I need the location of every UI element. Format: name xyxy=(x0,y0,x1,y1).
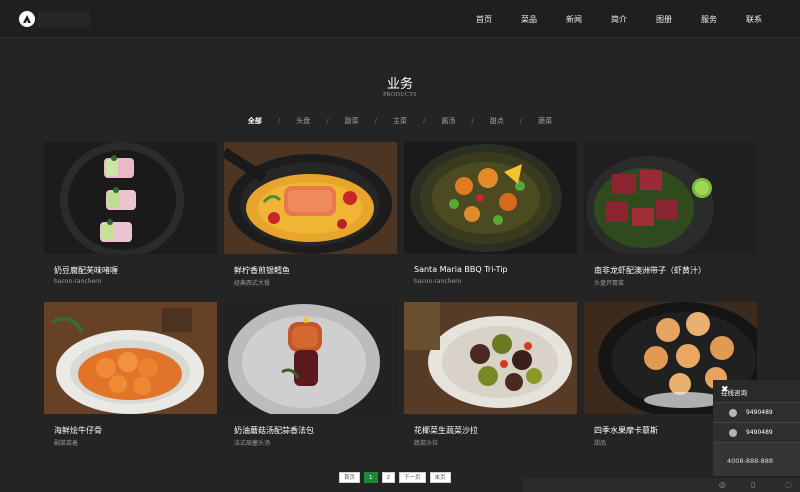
pagination: 首页 1 2 下一页 末页 xyxy=(339,472,451,483)
tab-starter[interactable]: 头盘 xyxy=(296,116,310,126)
product-card[interactable]: Santa Maria BBQ Tri-Tip bacon-ranchero xyxy=(404,142,577,286)
product-card[interactable]: 海鲜烩牛仔骨 副菜菜着 xyxy=(44,302,217,447)
consult-header: 在线咨询 ✖ xyxy=(713,380,800,402)
product-card[interactable]: 花椰菜生蔬菜沙拉 蔬菜沙拉 xyxy=(404,302,577,447)
tab-separator: / xyxy=(326,117,329,125)
phone-icon[interactable]: ▯ xyxy=(751,480,755,489)
tab-separator: / xyxy=(277,117,281,125)
qq-icon xyxy=(729,409,737,417)
nav-item-about[interactable]: 简介 xyxy=(611,14,627,25)
site-header: 首页 菜品 新闻 简介 图册 服务 联系 xyxy=(0,0,800,38)
pager-page-2[interactable]: 2 xyxy=(381,472,396,483)
olive-bowl-icon[interactable] xyxy=(404,302,577,414)
consult-phone: 4008-888-888 xyxy=(727,457,774,465)
tab-separator: / xyxy=(423,117,426,125)
tab-side[interactable]: 副菜 xyxy=(345,116,359,126)
pager-first[interactable]: 首页 xyxy=(339,472,361,483)
sushi-plate-icon[interactable] xyxy=(44,142,217,254)
product-name[interactable]: 海鲜烩牛仔骨 xyxy=(54,425,102,436)
online-consult-panel: 在线咨询 ✖ 9490489 9490489 4008-888-888 xyxy=(713,380,800,476)
main-nav: 首页 菜品 新闻 简介 图册 服务 联系 xyxy=(476,0,762,38)
tab-separator: / xyxy=(471,117,474,125)
nav-item-news[interactable]: 新闻 xyxy=(566,14,582,25)
wechat-icon[interactable]: ◌ xyxy=(785,480,792,489)
product-subtitle: 甜品 xyxy=(594,440,607,447)
tab-main[interactable]: 主菜 xyxy=(393,116,407,126)
consult-qq-row[interactable]: 9490489 xyxy=(713,402,800,422)
product-subtitle: 经典西式大餐 xyxy=(234,280,271,287)
category-tabs: 全部 / 头盘 / 副菜 / 主菜 / 酱汤 / 甜点 / 蔬菜 xyxy=(0,116,800,126)
bottom-toolbar: ◎ ▯ ◌ xyxy=(523,478,800,492)
section-title: 业务 xyxy=(386,77,413,92)
product-name[interactable]: 南非龙虾配澳洲带子（虾黄汁） xyxy=(594,265,706,276)
pager-page-1[interactable]: 1 xyxy=(364,472,378,483)
tab-separator: / xyxy=(519,117,523,125)
product-subtitle: 蔬菜沙拉 xyxy=(414,440,439,447)
product-card[interactable]: 鲜柠香煎银鳕鱼 经典西式大餐 xyxy=(224,142,397,287)
pager-last[interactable]: 末页 xyxy=(429,472,451,483)
tab-soup[interactable]: 酱汤 xyxy=(441,116,455,126)
weibo-icon[interactable]: ◎ xyxy=(719,480,726,489)
close-icon[interactable]: ✖ xyxy=(721,385,794,395)
beef-cubes-icon[interactable] xyxy=(584,142,757,254)
consult-phone-row: 4008-888-888 xyxy=(713,442,800,476)
product-card[interactable]: 奶油蘑菇汤配蒜香法包 法式局塞头汤 xyxy=(224,302,397,447)
product-subtitle: bacon-ranchero xyxy=(414,278,462,285)
nav-item-services[interactable]: 服务 xyxy=(701,14,717,25)
vegetable-plate-icon[interactable] xyxy=(404,142,577,254)
consult-qq[interactable]: 9490489 xyxy=(746,409,773,416)
pager-next[interactable]: 下一页 xyxy=(399,472,426,483)
product-name[interactable]: 奶油蘑菇汤配蒜香法包 xyxy=(234,425,314,436)
nav-item-dishes[interactable]: 菜品 xyxy=(521,14,537,25)
product-subtitle: bacon-ranchero xyxy=(54,278,102,285)
product-name[interactable]: 四季水果摩卡慕斯 xyxy=(594,425,658,436)
tower-dessert-icon[interactable] xyxy=(224,302,397,414)
nav-item-gallery[interactable]: 图册 xyxy=(656,14,672,25)
qq-icon xyxy=(729,429,737,437)
shrimp-dish-icon[interactable] xyxy=(44,302,217,414)
tab-vegetable[interactable]: 蔬菜 xyxy=(538,116,552,126)
consult-qq[interactable]: 9490489 xyxy=(746,429,773,436)
product-name[interactable]: 奶豆腐配芙味啫喱 xyxy=(54,265,118,276)
product-name[interactable]: 花椰菜生蔬菜沙拉 xyxy=(414,425,478,436)
salmon-pan-icon[interactable] xyxy=(224,142,397,254)
product-card[interactable]: 奶豆腐配芙味啫喱 bacon-ranchero xyxy=(44,142,217,286)
product-name[interactable]: Santa Maria BBQ Tri-Tip xyxy=(414,265,508,274)
consult-qq-row[interactable]: 9490489 xyxy=(713,422,800,442)
product-subtitle: 头盘开胃菜 xyxy=(594,280,625,287)
tab-dessert[interactable]: 甜点 xyxy=(490,116,504,126)
logo-icon[interactable] xyxy=(19,11,35,27)
product-subtitle: 副菜菜着 xyxy=(54,440,79,447)
product-name[interactable]: 鲜柠香煎银鳕鱼 xyxy=(234,265,290,276)
nav-item-contact[interactable]: 联系 xyxy=(746,14,762,25)
tab-separator: / xyxy=(374,117,377,125)
section-subtitle: PRODUCTS xyxy=(383,92,417,98)
nav-item-home[interactable]: 首页 xyxy=(476,14,492,25)
product-subtitle: 法式局塞头汤 xyxy=(234,440,271,447)
tab-all[interactable]: 全部 xyxy=(248,116,262,126)
logo-placeholder xyxy=(38,11,90,28)
product-card[interactable]: 南非龙虾配澳洲带子（虾黄汁） 头盘开胃菜 xyxy=(584,142,757,287)
